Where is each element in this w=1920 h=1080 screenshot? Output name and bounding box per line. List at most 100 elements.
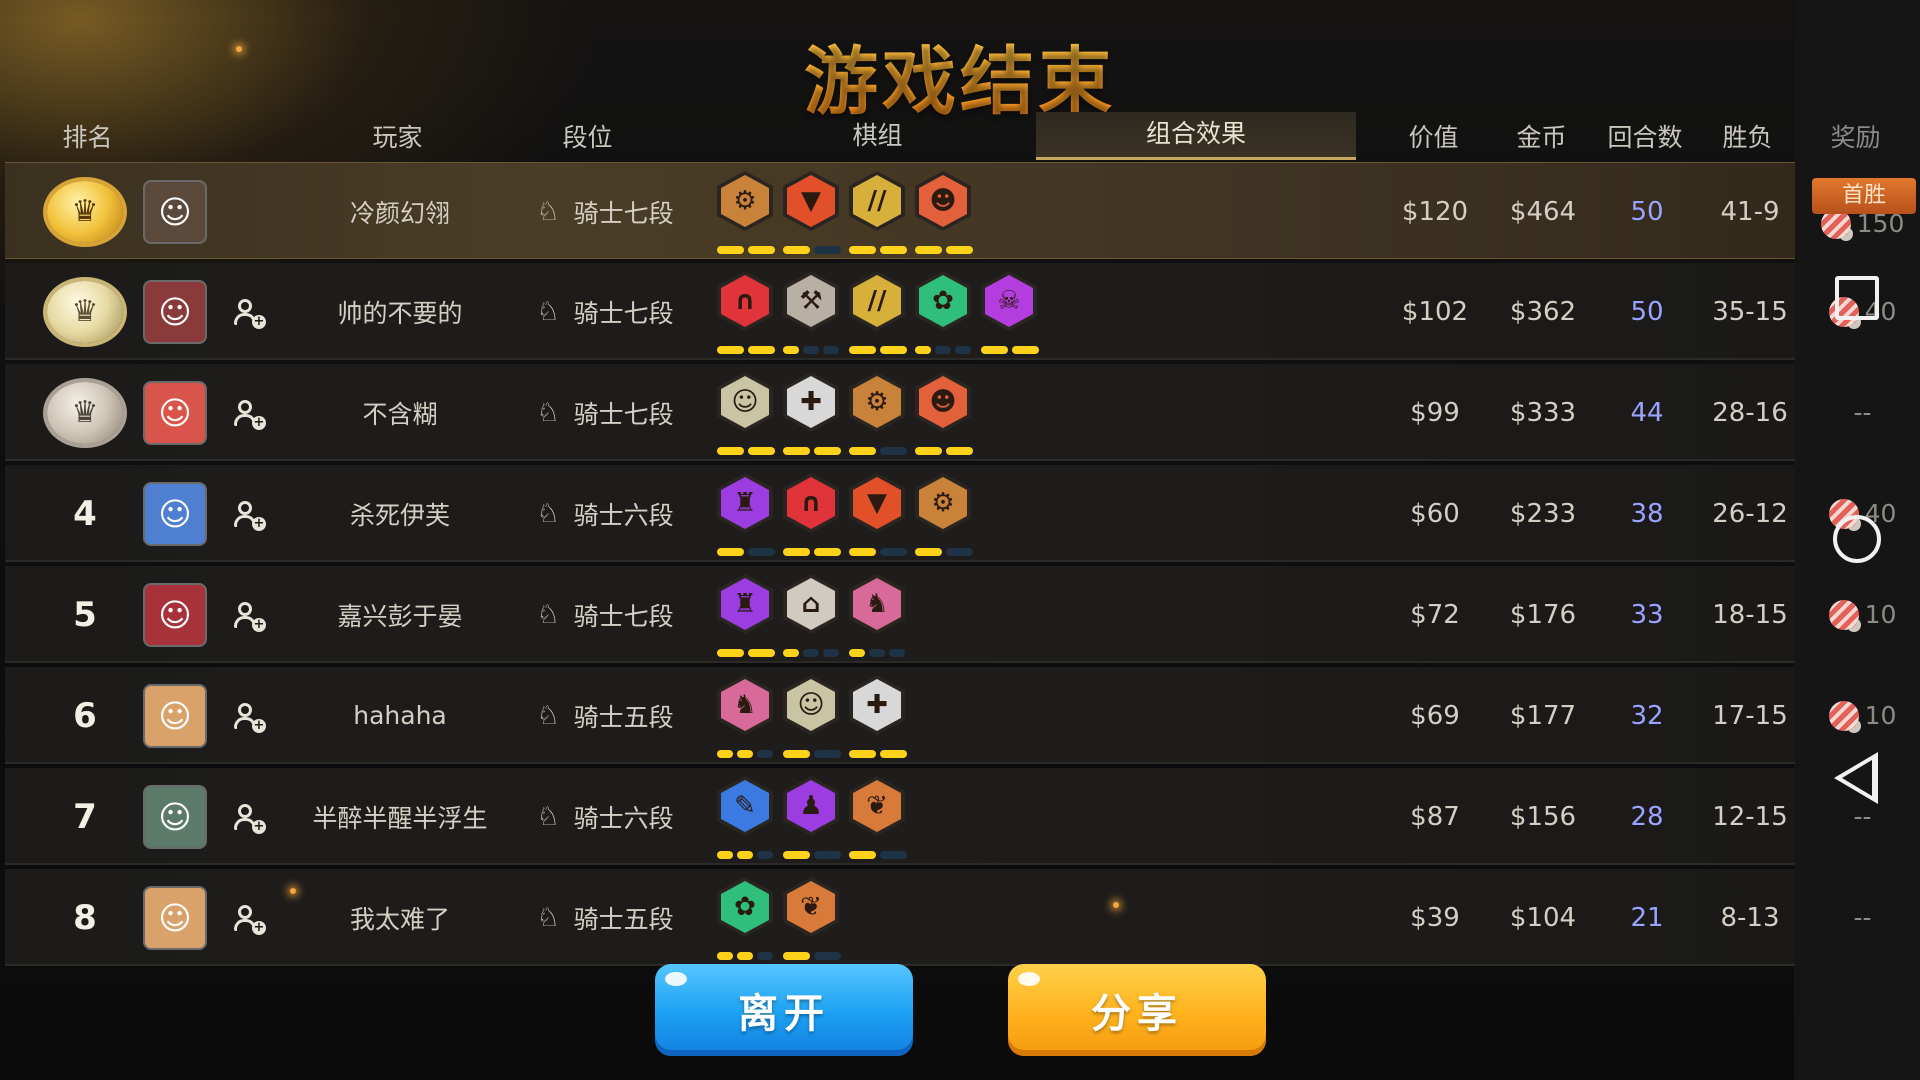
header-value: 价值 [1408, 123, 1459, 152]
shadow-mage-icon[interactable]: ♟ [781, 776, 841, 838]
record-cell: 35-15 [1700, 263, 1800, 360]
mage-icon[interactable]: ♜ [715, 473, 775, 535]
add-friend-icon[interactable]: + [232, 701, 266, 733]
synergy-glyph: ⚙ [853, 376, 901, 428]
claw-icon[interactable]: // [847, 171, 907, 233]
nav-back-icon[interactable] [1834, 752, 1878, 804]
arch-icon[interactable]: ∩ [781, 473, 841, 535]
level-segment [748, 346, 775, 354]
record-cell: 41-9 [1700, 163, 1800, 260]
gear-icon[interactable]: ⚙ [715, 171, 775, 233]
rank-number: 7 [73, 796, 97, 837]
table-row: 4 ☺ + 杀死伊芙 ♘ 骑士六段 ♜ ∩ ▼ ⚙ $60 $233 38 26-12 40 [5, 465, 1896, 562]
synergy-level-bar [783, 548, 841, 558]
tier-cell: ♘ 骑士六段 [520, 465, 690, 562]
dragon-avatar-icon[interactable]: ☺ [143, 380, 207, 445]
reward-cell: -- [1805, 869, 1920, 966]
synergy-glyph: ♟ [787, 780, 835, 832]
rank-number: 6 [73, 695, 97, 736]
red-ogre-avatar-icon[interactable]: ☺ [143, 582, 207, 647]
tier-cell: ♘ 骑士七段 [520, 566, 690, 663]
player-name-cell: 嘉兴彭于晏 [295, 566, 505, 663]
add-friend-plus: + [252, 616, 266, 632]
win-loss: 17-15 [1712, 700, 1788, 731]
win-loss: 8-13 [1720, 902, 1780, 933]
share-button-label: 分享 [1091, 991, 1183, 1037]
add-friend-icon[interactable]: + [232, 903, 266, 935]
demon-icon[interactable]: ☠ [979, 271, 1039, 333]
mage-icon[interactable]: ♜ [715, 574, 775, 636]
knight-piece-icon[interactable]: ♞ [847, 574, 907, 636]
paw-icon[interactable]: ✿ [715, 877, 775, 939]
beast-icon[interactable]: ☺ [715, 372, 775, 434]
level-segment [915, 548, 942, 556]
gear-icon[interactable]: ⚙ [913, 473, 973, 535]
axe-icon[interactable]: ⚒ [781, 271, 841, 333]
avatar-cell: ☺ [140, 465, 210, 562]
gold: $233 [1509, 498, 1577, 529]
add-friend-icon[interactable]: + [232, 398, 266, 430]
knight-piece-icon[interactable]: ♞ [715, 675, 775, 737]
cross-icon[interactable]: ✚ [847, 675, 907, 737]
add-friend-icon[interactable]: + [232, 600, 266, 632]
level-segment [915, 246, 942, 254]
nav-home-icon[interactable] [1833, 515, 1881, 563]
add-friend-icon[interactable]: + [232, 802, 266, 834]
rank-cell: 8 [45, 869, 125, 966]
robot-avatar-icon[interactable]: ☺ [143, 784, 207, 849]
gold: $156 [1509, 801, 1577, 832]
gold: $464 [1509, 196, 1577, 227]
level-segment [803, 649, 819, 657]
blue-beast-avatar-icon[interactable]: ☺ [143, 481, 207, 546]
level-segment [717, 346, 744, 354]
synergy-hex-frame: ▼ [783, 171, 839, 231]
player-name: 半醉半醒半浮生 [312, 803, 488, 833]
nav-recents-icon[interactable] [1835, 276, 1879, 320]
arch-icon[interactable]: ∩ [715, 271, 775, 333]
level-segment [849, 447, 876, 455]
add-friend-cell: + [227, 768, 267, 865]
leave-button[interactable]: 离开 [655, 964, 913, 1056]
add-friend-head [238, 500, 252, 515]
claw-icon[interactable]: // [847, 271, 907, 333]
orc-icon[interactable]: ☻ [913, 372, 973, 434]
reward: 10 [1828, 700, 1896, 731]
level-segment [880, 750, 907, 758]
share-button[interactable]: 分享 [1008, 964, 1266, 1056]
synergy-level-bar [915, 548, 973, 558]
add-friend-icon[interactable]: + [232, 499, 266, 531]
tier-label: 骑士五段 [573, 702, 674, 732]
gear-icon[interactable]: ⚙ [847, 372, 907, 434]
synergy-hex-frame: ∩ [783, 473, 839, 533]
gold: $362 [1509, 296, 1577, 327]
goblin-mask-icon[interactable]: ▼ [847, 473, 907, 535]
knight-avatar-icon[interactable]: ☺ [143, 279, 207, 344]
cross-icon[interactable]: ✚ [781, 372, 841, 434]
rounds: 44 [1630, 397, 1664, 428]
elf-avatar-icon[interactable]: ☺ [143, 885, 207, 950]
feather-icon[interactable]: ✎ [715, 776, 775, 838]
synergy-hex-frame: ♟ [783, 776, 839, 836]
beast-icon[interactable]: ☺ [781, 675, 841, 737]
helmet-icon[interactable]: ⌂ [781, 574, 841, 636]
synergy-level-bar [915, 346, 973, 356]
elf-avatar-icon[interactable]: ☺ [143, 683, 207, 748]
goblin-mask-icon[interactable]: ▼ [781, 171, 841, 233]
leaf-icon[interactable]: ❦ [847, 776, 907, 838]
synergy-level-bar [849, 851, 907, 861]
tier-cell: ♘ 骑士五段 [520, 869, 690, 966]
player-name: 帅的不要的 [337, 298, 463, 328]
tab-synergy[interactable]: 组合效果 [1036, 112, 1356, 160]
orc-icon[interactable]: ☻ [913, 171, 973, 233]
paw-icon[interactable]: ✿ [913, 271, 973, 333]
warrior-avatar-icon[interactable]: ☺ [143, 179, 207, 244]
tier-label: 骑士六段 [573, 803, 674, 833]
synergy-level-bar [717, 246, 775, 256]
leaf-icon[interactable]: ❦ [781, 877, 841, 939]
add-friend-icon[interactable]: + [232, 297, 266, 329]
player-name-cell: 不含糊 [295, 364, 505, 461]
synergy-level-bar [915, 246, 973, 256]
tier: ♘ 骑士五段 [536, 900, 673, 936]
table-row: ♛ ☺ 冷颜幻翎 ♘ 骑士七段 ⚙ ▼ // ☻ $120 $464 50 41-9 150 [5, 162, 1904, 259]
level-segment [849, 649, 865, 657]
